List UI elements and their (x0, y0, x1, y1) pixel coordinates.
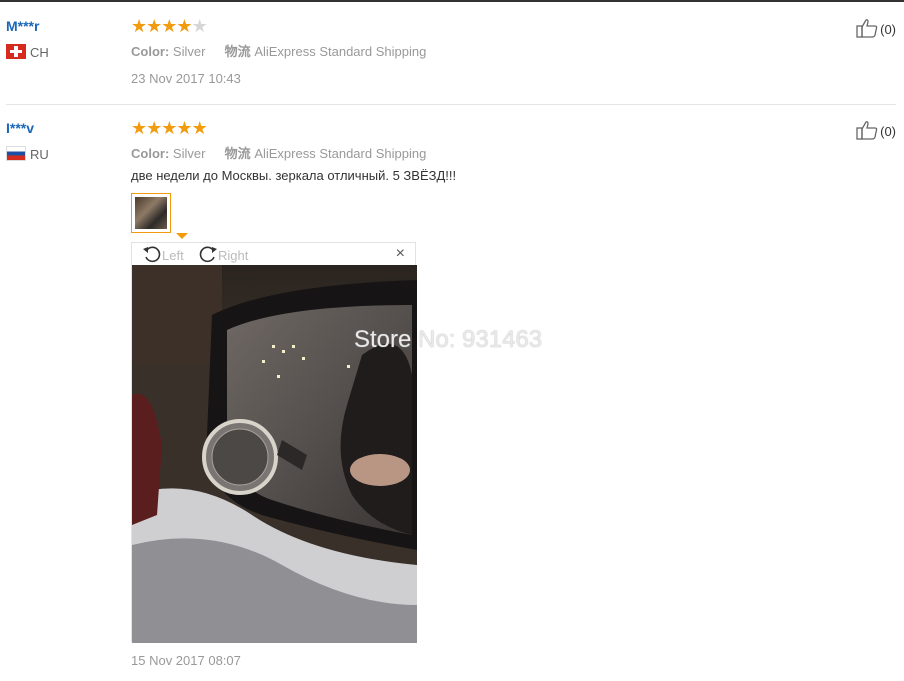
country-code: RU (30, 147, 49, 162)
review-photo-thumbnail[interactable] (131, 193, 171, 233)
review-date: 15 Nov 2017 08:07 (131, 653, 241, 668)
review-photo (132, 265, 417, 643)
reviewer-name[interactable]: M***r (6, 18, 39, 34)
color-label: Color: (131, 146, 170, 161)
star-rating: ★★★★★ (131, 16, 208, 37)
review-date: 23 Nov 2017 10:43 (131, 71, 241, 86)
star-filled-icon: ★ (161, 118, 177, 138)
star-filled-icon: ★ (146, 16, 162, 36)
shipping-value: AliExpress Standard Shipping (254, 44, 427, 59)
thumbs-up-icon (856, 121, 878, 140)
star-filled-icon: ★ (176, 118, 192, 138)
like-count: (0) (880, 124, 896, 139)
shipping-label: 物流 (224, 44, 251, 59)
flag-ch-icon (6, 44, 26, 59)
reviewer-country: CH (6, 44, 49, 60)
rotate-right-button[interactable]: Right (198, 245, 248, 263)
shipping-label: 物流 (224, 146, 251, 161)
review-attributes: Color: Silver 物流 AliExpress Standard Shi… (131, 143, 426, 162)
star-filled-icon: ★ (161, 16, 177, 36)
rotate-left-icon (143, 246, 161, 263)
color-value: Silver (172, 146, 206, 161)
reviewer-country: RU (6, 146, 49, 162)
star-filled-icon: ★ (131, 118, 147, 138)
thumbnail-pointer (176, 233, 188, 239)
like-count: (0) (880, 22, 896, 37)
rotate-left-label: Left (162, 248, 184, 263)
shipping-value: AliExpress Standard Shipping (254, 146, 427, 161)
photo-viewer: Left Right × (131, 242, 417, 643)
color-label: Color: (131, 44, 170, 59)
review-attributes: Color: Silver 物流 AliExpress Standard Shi… (131, 41, 426, 60)
star-empty-icon: ★ (191, 16, 208, 36)
review-item: M***r CH ★★★★★ Color: Silver 物流 AliExpre… (6, 10, 896, 105)
rotate-right-label: Right (218, 248, 249, 263)
flag-ru-icon (6, 146, 26, 161)
star-filled-icon: ★ (176, 16, 192, 36)
close-icon[interactable]: × (396, 245, 405, 263)
rotate-right-icon (199, 246, 217, 263)
top-border (0, 0, 904, 2)
rotate-left-button[interactable]: Left (142, 245, 184, 263)
review-item: I***v RU ★★★★★ Color: Silver 物流 AliExpre… (6, 112, 896, 677)
country-code: CH (30, 45, 49, 60)
viewer-toolbar: Left Right × (132, 243, 415, 265)
color-value: Silver (172, 44, 206, 59)
helpful-button[interactable]: (0) (856, 120, 896, 140)
mirror-photo (132, 265, 417, 643)
helpful-button[interactable]: (0) (856, 18, 896, 38)
thumbs-up-icon (856, 19, 878, 38)
store-watermark: Store No: 931463 (354, 326, 543, 353)
star-filled-icon: ★ (191, 118, 208, 138)
review-text: две недели до Москвы. зеркала отличный. … (131, 168, 457, 183)
star-filled-icon: ★ (131, 16, 147, 36)
star-rating: ★★★★★ (131, 118, 208, 139)
star-filled-icon: ★ (146, 118, 162, 138)
reviewer-name[interactable]: I***v (6, 120, 34, 136)
